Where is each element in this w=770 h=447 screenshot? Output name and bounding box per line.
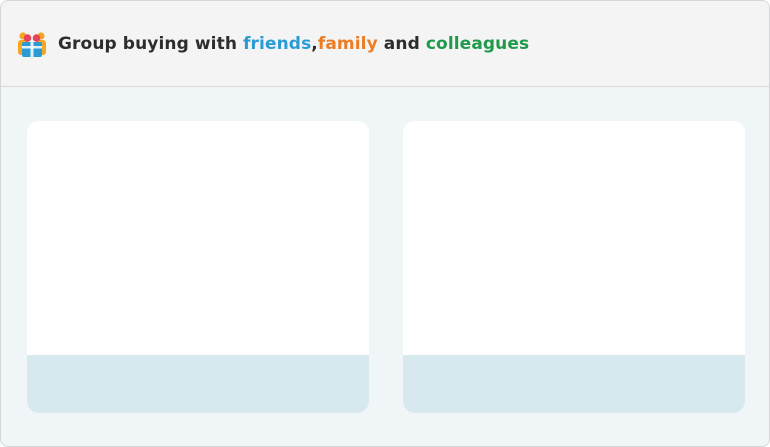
word-colleagues: colleagues [425, 33, 530, 54]
card-image-area [403, 121, 745, 355]
app-window: Group buying with friends,family and col… [0, 0, 770, 447]
card-footer [403, 355, 745, 413]
word-and: and [377, 33, 426, 54]
left-card[interactable] [27, 121, 369, 413]
title-prefix: Group buying with [58, 33, 244, 54]
word-family: family [317, 33, 378, 54]
main-content [1, 87, 769, 446]
page-title: Group buying with friends,family and col… [58, 34, 529, 54]
card-footer [27, 355, 369, 413]
right-card[interactable] [403, 121, 745, 413]
card-image-area [27, 121, 369, 355]
word-friends: friends [243, 33, 312, 54]
header: Group buying with friends,family and col… [1, 1, 769, 87]
group-gift-icon [18, 31, 46, 57]
